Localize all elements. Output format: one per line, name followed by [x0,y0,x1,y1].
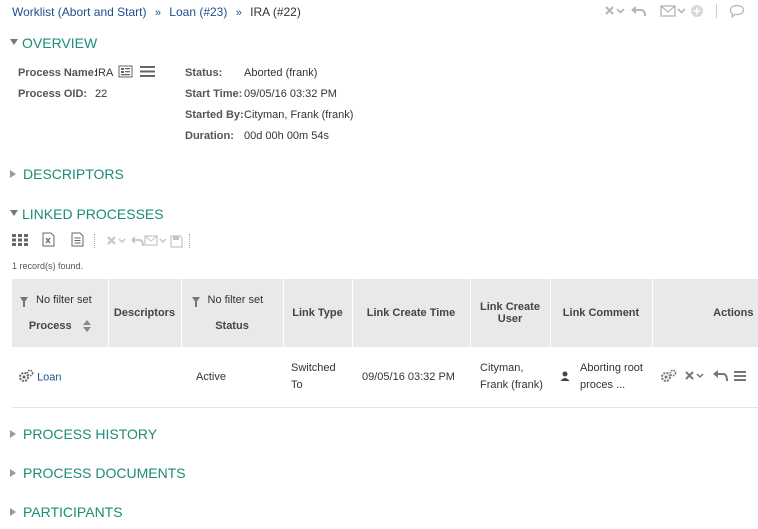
column-header-link-create-user: Link Create User [470,279,551,347]
cell-link-comment: Aborting root proces ... [550,347,652,408]
expand-icon [10,469,16,477]
menu-icon[interactable] [140,65,155,81]
column-header-process[interactable]: No filter set Process [12,279,109,347]
start-time-value: 09/05/16 03:32 PM [244,88,337,100]
start-time-label: Start Time: [185,88,243,100]
duration-label: Duration: [185,130,234,142]
process-gears-icon [18,369,34,386]
process-oid-label: Process OID: [18,88,88,100]
cell-link-create-user: Cityman, Frank (frank) [470,347,550,408]
filter-icon [20,296,28,307]
process-gears-icon[interactable] [660,369,678,386]
save-icon[interactable] [170,234,183,248]
section-process-history[interactable]: PROCESS HISTORY [10,425,157,443]
section-descriptors[interactable]: DESCRIPTORS [10,165,124,183]
status-value: Aborted (frank) [244,67,318,79]
records-found: 1 record(s) found. [12,261,84,271]
status-filter[interactable]: No filter set [191,294,279,307]
email-icon[interactable] [144,235,168,247]
process-filter[interactable]: No filter set [20,293,104,307]
toolbar-divider [189,234,191,248]
column-header-status[interactable]: No filter set Status [181,279,284,347]
column-label-link-create-user: Link Create User [480,301,540,325]
column-label-status: Status [215,320,249,332]
column-header-link-create-time: Link Create Time [352,279,471,347]
breadcrumb-separator: » [235,7,242,19]
status-label: Status: [185,67,223,79]
breadcrumb-loan[interactable]: Loan (#23) [169,5,227,19]
grid-view-icon[interactable] [12,233,28,249]
linked-processes-table: No filter set Process Descriptors No fil… [12,279,758,408]
menu-icon[interactable] [734,370,746,385]
row-actions [660,369,756,386]
cell-status: Active [181,347,283,408]
expand-icon [10,170,16,178]
cell-link-type: Switched To [283,347,352,408]
breadcrumb-worklist[interactable]: Worklist (Abort and Start) [12,5,146,19]
expand-icon [10,430,16,438]
add-icon[interactable] [690,4,704,18]
breadcrumb-current: IRA (#22) [250,5,301,19]
section-participants[interactable]: PARTICIPANTS [10,503,123,521]
cell-process: Loan [12,347,108,408]
abort-icon[interactable] [106,235,128,247]
link-comment-text: Aborting root proces ... [580,362,643,391]
column-header-link-type: Link Type [283,279,353,347]
section-descriptors-title: DESCRIPTORS [23,166,124,182]
abort-icon[interactable] [604,4,626,18]
section-history-title: PROCESS HISTORY [23,426,158,442]
reply-icon[interactable] [630,4,646,18]
section-documents-title: PROCESS DOCUMENTS [23,465,186,481]
section-overview[interactable]: OVERVIEW [10,34,97,52]
section-linked-title: LINKED PROCESSES [22,206,164,222]
section-process-documents[interactable]: PROCESS DOCUMENTS [10,464,186,482]
no-filter-label: No filter set [207,294,264,306]
abort-icon[interactable] [684,370,706,385]
breadcrumb: Worklist (Abort and Start) » Loan (#23) … [12,5,301,19]
export-csv-icon[interactable] [71,232,84,250]
column-label-descriptors: Descriptors [113,307,176,319]
reply-icon[interactable] [130,235,144,247]
no-filter-label: No filter set [36,293,92,306]
section-linked-processes[interactable]: LINKED PROCESSES [10,205,164,223]
section-participants-title: PARTICIPANTS [23,504,123,520]
duration-value: 00d 00h 00m 54s [244,130,330,142]
linked-toolbar [12,232,191,250]
table-header-row: No filter set Process Descriptors No fil… [12,279,758,347]
toolbar-divider [716,4,717,18]
started-by-label: Started By: [185,109,244,121]
process-toolbar [604,2,745,20]
collapse-icon [10,38,18,45]
column-label-process: Process [28,319,72,332]
column-header-descriptors: Descriptors [108,279,182,347]
column-header-actions: Actions [652,279,758,347]
table-row: Loan Active Switched To 09/05/16 03:32 P… [12,347,758,408]
filter-icon [191,297,200,307]
cell-descriptors [108,347,181,408]
column-label-link-comment: Link Comment [562,307,640,319]
toolbar-divider [94,234,96,248]
cell-actions [652,347,758,408]
column-label-actions: Actions [713,307,754,319]
email-icon[interactable] [660,4,686,18]
column-header-link-comment: Link Comment [550,279,653,347]
section-overview-title: OVERVIEW [22,35,98,51]
breadcrumb-separator: » [154,7,161,19]
column-label-link-type: Link Type [292,307,343,319]
process-name-value: IRA [95,67,114,79]
process-oid-value: 22 [95,88,108,100]
reply-icon[interactable] [712,369,728,385]
column-label-link-create-time: Link Create Time [366,307,456,319]
comment-icon[interactable] [729,4,745,18]
collapse-icon [10,209,18,216]
user-icon [560,371,570,384]
cell-link-create-time: 09/05/16 03:32 PM [352,347,470,408]
process-details-icon[interactable] [118,65,133,81]
started-by-value: Cityman, Frank (frank) [244,109,354,121]
process-link[interactable]: Loan [37,371,61,383]
export-excel-icon[interactable] [42,232,55,250]
expand-icon [10,508,16,516]
process-name-label: Process Name: [18,67,98,79]
sort-icon[interactable] [82,320,91,333]
